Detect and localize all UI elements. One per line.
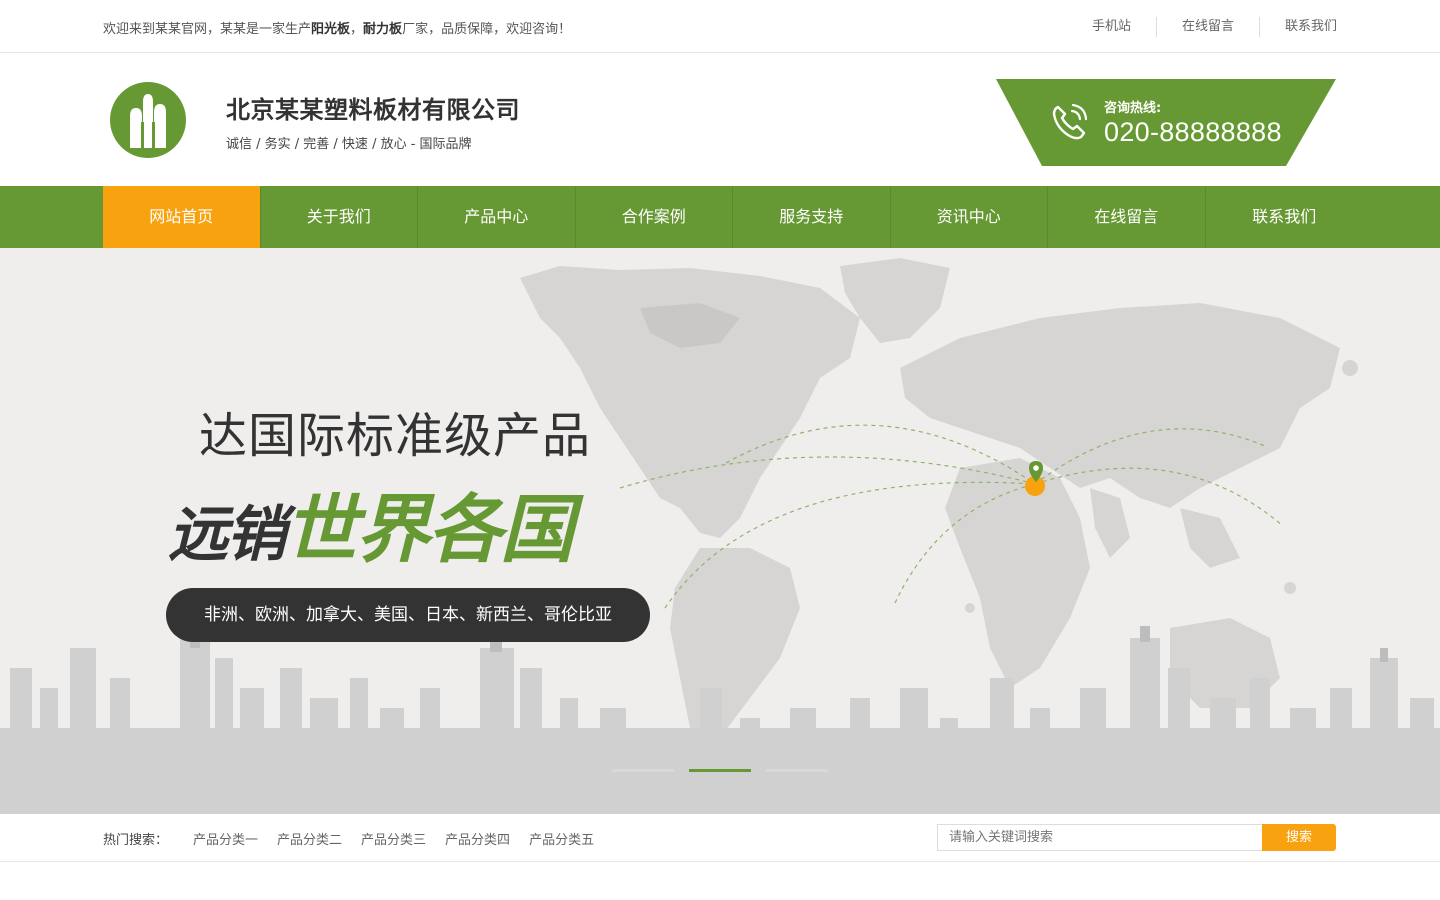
nav-item-about[interactable]: 关于我们 (261, 186, 418, 248)
nav-item-products[interactable]: 产品中心 (418, 186, 576, 248)
slider-dot[interactable] (612, 769, 674, 772)
mobile-site-link[interactable]: 手机站 (1067, 17, 1156, 37)
nav-item-news[interactable]: 资讯中心 (891, 186, 1048, 248)
nav-item-service[interactable]: 服务支持 (733, 186, 891, 248)
countries-pill: 非洲、欧洲、加拿大、美国、日本、新西兰、哥伦比亚 (166, 588, 650, 642)
search-bar: 热门搜索： 产品分类一 产品分类二 产品分类三 产品分类四 产品分类五 搜索 (0, 814, 1440, 862)
company-logo[interactable] (110, 82, 186, 158)
phone-icon (1052, 103, 1088, 140)
hot-link[interactable]: 产品分类四 (445, 829, 510, 848)
hero-banner[interactable]: 达国际标准级产品 远销世界各国 非洲、欧洲、加拿大、美国、日本、新西兰、哥伦比亚 (0, 248, 1440, 814)
company-slogan: 诚信 / 务实 / 完善 / 快速 / 放心 - 国际品牌 (226, 137, 472, 152)
nav-item-cases[interactable]: 合作案例 (576, 186, 733, 248)
banner-slogan-dark: 远销 (168, 500, 286, 570)
hot-link[interactable]: 产品分类二 (277, 829, 342, 848)
company-name: 北京某某塑料板材有限公司 (226, 96, 520, 124)
hot-link[interactable]: 产品分类五 (529, 829, 594, 848)
search-input[interactable] (937, 824, 1263, 851)
slider-dot-active[interactable] (689, 769, 751, 772)
online-message-link[interactable]: 在线留言 (1155, 17, 1259, 37)
banner-headline: 达国际标准级产品 (199, 408, 592, 464)
banner-slogan-green: 世界各国 (284, 487, 574, 573)
slider-indicators (612, 769, 843, 772)
top-bar: 欢迎来到某某官网，某某是一家生产阳光板，耐力板厂家，品质保障，欢迎咨询！ 手机站… (0, 0, 1440, 53)
top-links: 手机站 在线留言 联系我们 (1067, 16, 1337, 38)
slider-dot[interactable] (766, 769, 828, 772)
hot-search-links: 产品分类一 产品分类二 产品分类三 产品分类四 产品分类五 (193, 829, 613, 848)
banner-slogan: 远销世界各国 (168, 470, 574, 577)
nav-item-message[interactable]: 在线留言 (1048, 186, 1206, 248)
search-button[interactable]: 搜索 (1262, 824, 1336, 851)
main-nav: 网站首页 关于我们 产品中心 合作案例 服务支持 资讯中心 在线留言 联系我们 (0, 186, 1440, 248)
hot-link[interactable]: 产品分类一 (193, 829, 258, 848)
welcome-text: 欢迎来到某某官网，某某是一家生产阳光板，耐力板厂家，品质保障，欢迎咨询！ (103, 22, 572, 37)
contact-us-link[interactable]: 联系我们 (1258, 17, 1337, 37)
nav-item-home[interactable]: 网站首页 (103, 186, 261, 248)
hotline-number: 020-88888888 (1104, 117, 1282, 147)
hot-search-label: 热门搜索： (103, 833, 169, 848)
hotline-box: 咨询热线: 020-88888888 (996, 79, 1336, 166)
nav-item-contact[interactable]: 联系我们 (1206, 186, 1364, 248)
site-header: 北京某某塑料板材有限公司 诚信 / 务实 / 完善 / 快速 / 放心 - 国际… (0, 54, 1440, 186)
hotline-label: 咨询热线: (1104, 101, 1162, 116)
hot-link[interactable]: 产品分类三 (361, 829, 426, 848)
